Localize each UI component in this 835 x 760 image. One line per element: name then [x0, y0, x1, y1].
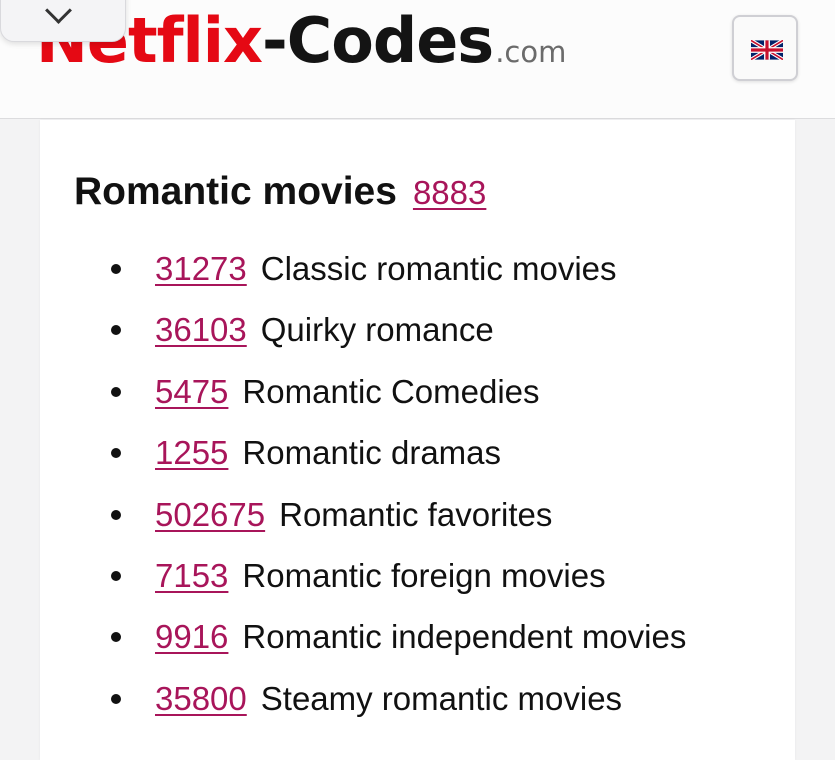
- list-item: 5475 Romantic Comedies: [40, 370, 795, 431]
- list-item: 502675 Romantic favorites: [40, 493, 795, 554]
- bullet-icon: [111, 386, 121, 397]
- bullet-icon: [111, 264, 121, 274]
- category-code-link[interactable]: 5475: [155, 373, 228, 410]
- category-label: Romantic dramas: [242, 434, 502, 472]
- chevron-down-icon: [45, 0, 72, 24]
- list-item: 7153 Romantic foreign movies: [40, 554, 795, 615]
- bullet-icon: [111, 693, 121, 704]
- category-card: Romantic movies 8883 31273 Classic romanti…: [40, 120, 795, 760]
- section-code-link[interactable]: 8883: [413, 174, 486, 211]
- list-item: 9916 Romantic independent movies: [40, 615, 795, 676]
- bullet-icon: [111, 448, 121, 459]
- category-code-link[interactable]: 502675: [155, 496, 265, 533]
- category-label: Romantic favorites: [279, 495, 553, 533]
- section-title: Romantic movies: [74, 170, 397, 213]
- list-item: 35800 Steamy romantic movies: [40, 677, 795, 738]
- category-code-link[interactable]: 7153: [155, 557, 228, 594]
- uk-flag-icon: [751, 40, 783, 60]
- list-item: 1255 Romantic dramas: [40, 431, 795, 492]
- category-code-link[interactable]: 36103: [155, 311, 247, 348]
- bullet-icon: [111, 632, 121, 643]
- bullet-icon: [111, 509, 121, 520]
- category-code-link[interactable]: 35800: [155, 680, 247, 717]
- category-label: Romantic Comedies: [242, 372, 540, 410]
- list-item: 31273 Classic romantic movies: [40, 247, 795, 308]
- category-label: Romantic foreign movies: [242, 556, 606, 594]
- list-item: 36103 Quirky romance: [40, 308, 795, 369]
- site-header: Netflix-Codes.com: [0, 0, 835, 119]
- category-code-link[interactable]: 1255: [155, 434, 228, 471]
- bullet-icon: [111, 325, 121, 336]
- category-label: Steamy romantic movies: [260, 679, 623, 717]
- logo-codes-text: -Codes: [262, 4, 494, 77]
- category-code-link[interactable]: 31273: [155, 250, 247, 287]
- bullet-icon: [111, 570, 121, 581]
- category-label: Quirky romance: [260, 311, 494, 349]
- category-label: Classic romantic movies: [260, 250, 617, 287]
- logo-tld-text: .com: [495, 35, 567, 69]
- section-heading: Romantic movies 8883: [74, 172, 486, 211]
- language-switch-button[interactable]: [732, 15, 798, 81]
- collapse-tab[interactable]: [0, 0, 126, 42]
- subcategory-list: 31273 Classic romantic movies 36103 Quirky…: [40, 247, 795, 738]
- category-code-link[interactable]: 9916: [155, 618, 228, 655]
- category-label: Romantic independent movies: [242, 618, 687, 656]
